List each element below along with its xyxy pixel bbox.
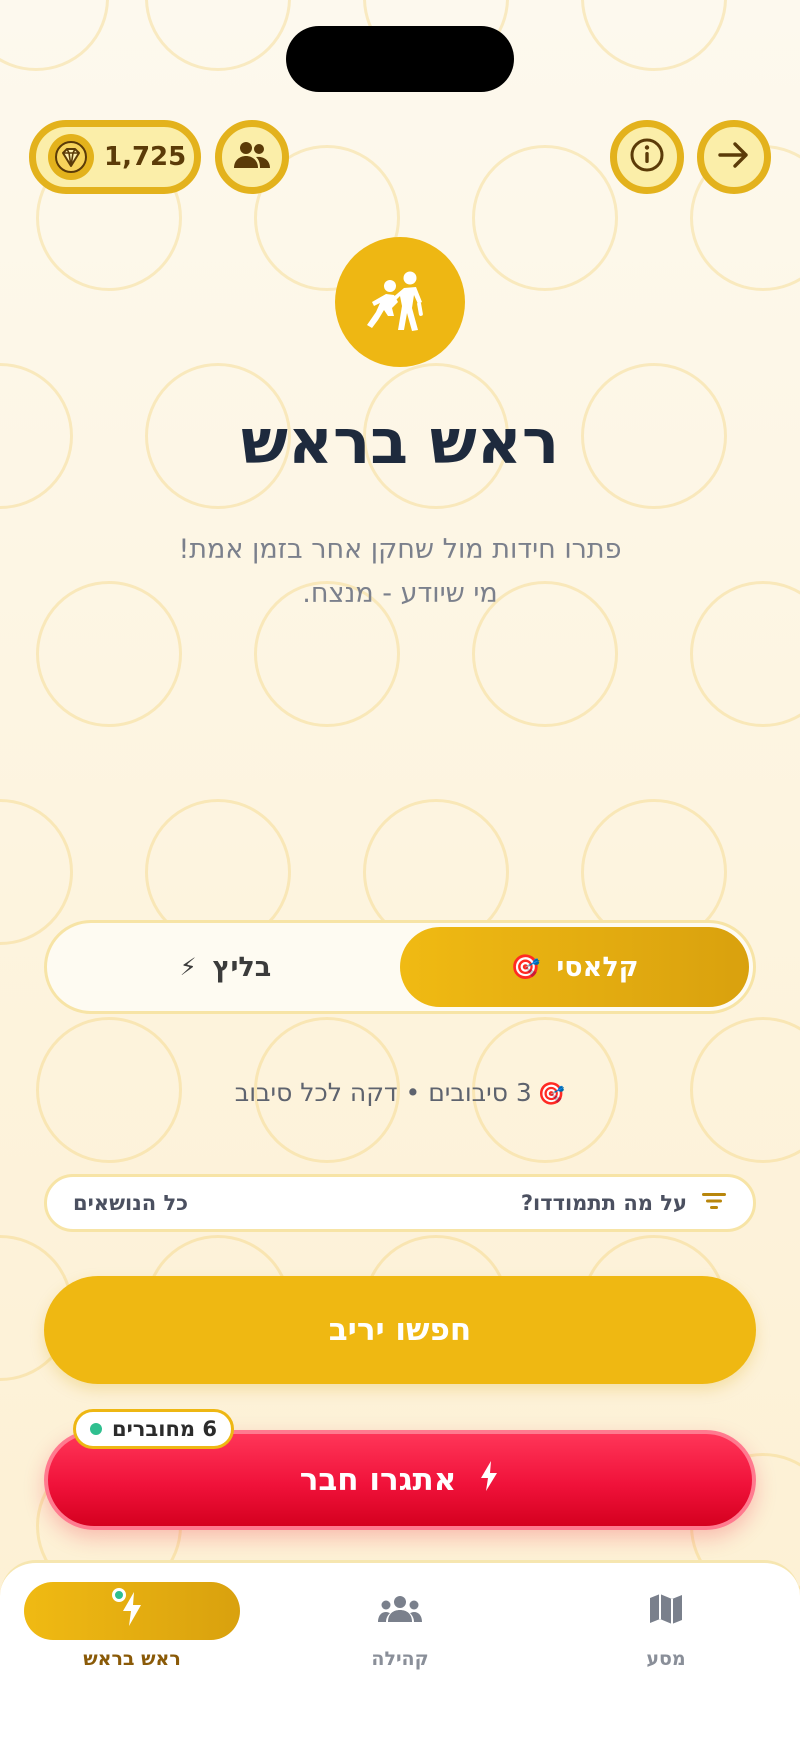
rounds-info-text: 3 סיבובים • דקה לכל סיבוב	[234, 1078, 532, 1107]
nav-item-highlight	[292, 1582, 508, 1640]
filter-icon	[701, 1191, 727, 1216]
subtitle-line-2: מי שיודע - מנצח.	[302, 578, 498, 609]
topic-question: על מה תתמודדו?	[521, 1191, 727, 1216]
community-icon	[377, 1595, 423, 1627]
arrow-right-icon	[717, 140, 751, 174]
find-opponent-button[interactable]: חפשו יריב	[44, 1276, 756, 1384]
online-status-dot	[89, 1423, 102, 1435]
friends-icon	[232, 140, 272, 174]
players-duel-icon	[335, 237, 465, 367]
map-icon	[648, 1591, 684, 1631]
friends-button[interactable]	[215, 120, 289, 194]
back-button[interactable]	[697, 120, 771, 194]
nav-item-community[interactable]: קהילה	[280, 1563, 520, 1683]
bolt-icon	[478, 1460, 500, 1500]
info-button[interactable]	[610, 120, 684, 194]
camera-notch	[286, 26, 514, 92]
nav-item-highlight	[558, 1582, 774, 1640]
topic-selector[interactable]: על מה תתמודדו? כל הנושאים	[44, 1174, 756, 1232]
nav-item-journey[interactable]: מסע	[546, 1563, 786, 1683]
nav-item-highlight	[24, 1582, 240, 1640]
online-count: 6 מחוברים	[111, 1417, 218, 1441]
mode-option-classic[interactable]: קלאסי 🎯	[400, 927, 749, 1007]
bottom-nav: ראש בראש קהילה מסע	[0, 1560, 800, 1738]
online-friends-badge: 6 מחוברים	[73, 1409, 234, 1449]
mode-option-blitz[interactable]: בליץ ⚡	[51, 927, 400, 1007]
mode-option-label: בליץ	[212, 951, 272, 983]
gems-balance[interactable]: 1,725	[29, 120, 201, 194]
topic-question-label: על מה תתמודדו?	[520, 1191, 687, 1215]
nav-item-label: קהילה	[371, 1648, 429, 1670]
page-subtitle: פתרו חידות מול שחקן אחר בזמן אמת! מי שיו…	[100, 528, 700, 616]
nav-item-label: ראש בראש	[83, 1648, 181, 1670]
mode-selector: קלאסי 🎯 בליץ ⚡	[44, 920, 756, 1014]
nav-item-head-to-head[interactable]: ראש בראש	[12, 1563, 252, 1683]
target-icon: 🎯	[537, 1082, 566, 1107]
page-title: ראש בראש	[240, 405, 560, 478]
rounds-info: 🎯3 סיבובים • דקה לכל סיבוב	[0, 1078, 800, 1107]
notification-dot	[112, 1588, 126, 1602]
challenge-friend-label: אתגרו חבר	[299, 1462, 457, 1498]
nav-item-label: מסע	[646, 1648, 686, 1670]
gem-icon	[48, 134, 94, 180]
mode-option-label: קלאסי	[556, 951, 639, 983]
subtitle-line-1: פתרו חידות מול שחקן אחר בזמן אמת!	[178, 534, 622, 565]
gems-count: 1,725	[104, 142, 187, 172]
info-icon	[629, 137, 665, 177]
lightning-icon: ⚡	[179, 953, 197, 981]
target-icon: 🎯	[510, 953, 541, 981]
topic-value: כל הנושאים	[73, 1191, 189, 1215]
